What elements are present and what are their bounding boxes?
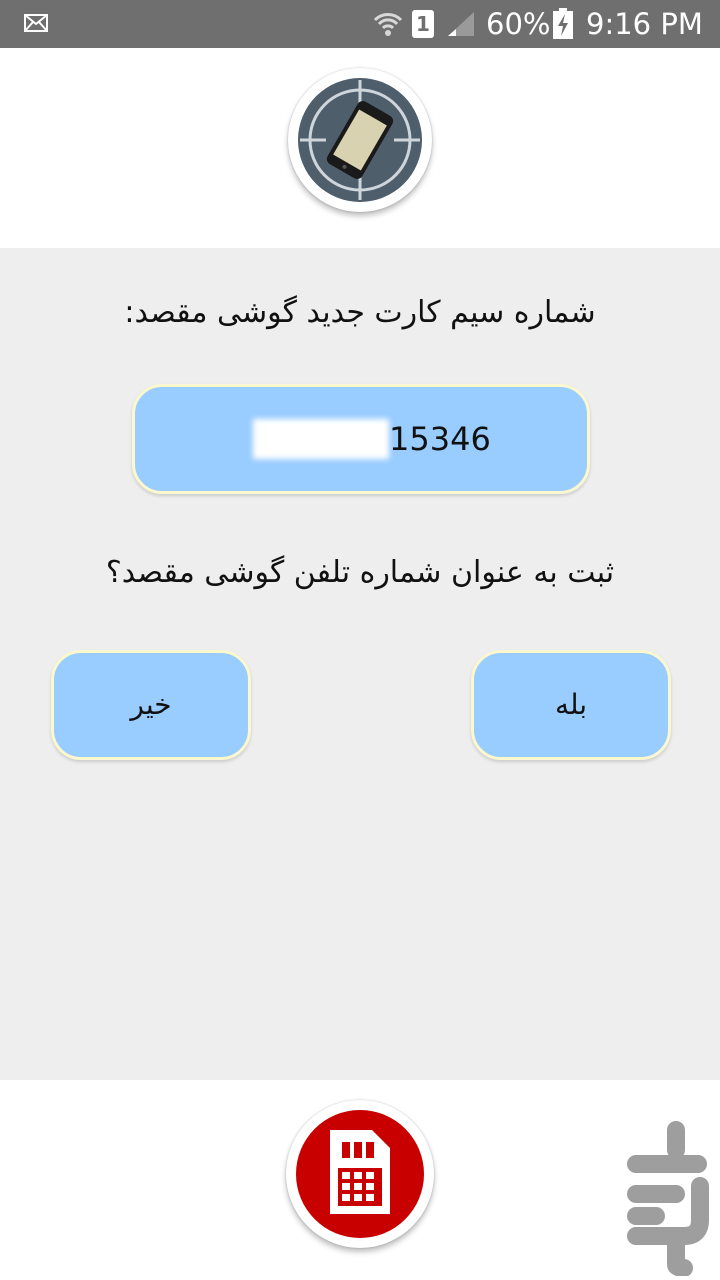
phone-target-icon [298, 78, 422, 202]
signal-icon [448, 12, 474, 36]
clock: 9:16 PM [586, 7, 703, 41]
cafebazaar-logo-icon [627, 1121, 709, 1276]
mail-icon [24, 14, 48, 32]
sim-button[interactable] [286, 1100, 434, 1248]
phone-number-value: 15346 [389, 420, 491, 458]
footer [0, 1080, 720, 1280]
header [0, 48, 720, 248]
prompt-text: شماره سیم کارت جدید گوشی مقصد: [124, 295, 596, 330]
sim-card-icon [330, 1130, 390, 1214]
yes-button[interactable]: بله [471, 650, 671, 760]
phone-number-field: 15346 [132, 384, 590, 494]
battery-charging-icon [553, 8, 573, 39]
sim-slot-icon: 1 [412, 10, 434, 38]
wifi-icon [373, 13, 403, 36]
confirm-question: ثبت به عنوان شماره تلفن گوشی مقصد؟ [105, 555, 615, 590]
no-button[interactable]: خیر [51, 650, 251, 760]
status-bar: 1 60% 9:16 PM [0, 0, 720, 48]
battery-percent: 60% [486, 7, 551, 41]
app-logo [288, 68, 432, 212]
masked-number-part [253, 419, 389, 459]
main-panel: شماره سیم کارت جدید گوشی مقصد: 15346 ثبت… [0, 248, 720, 1080]
